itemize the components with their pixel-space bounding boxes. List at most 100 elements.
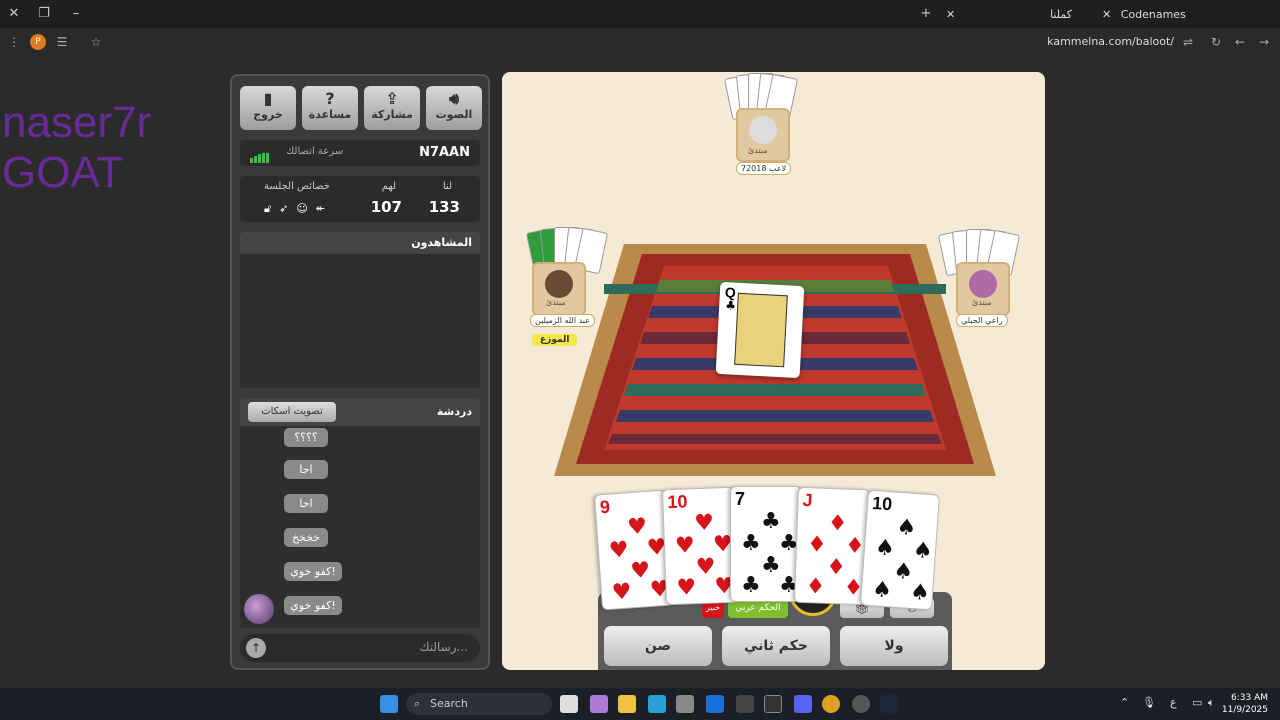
app-icon[interactable] [852,695,870,713]
hand-card[interactable]: 10 ♠ ♠ ♠ ♠ ♠ ♠ [860,489,940,611]
clock-date: 11/9/2025 [1221,705,1268,715]
suit-icon: ♣ [761,509,781,534]
suit-icon: ♣ [741,573,761,598]
exit-button[interactable]: ▮ خروج [240,86,296,130]
edge-icon[interactable] [648,695,666,713]
forward-icon[interactable]: → [1256,34,1272,50]
more-icon[interactable]: ⋮ [6,34,22,50]
chat-panel: دردشة تصويت اسكات ؟؟؟؟ احا احا خخخخ كفو … [240,398,480,628]
chat-message: خخخخ [284,528,328,547]
suit-icon: ♦ [805,574,826,600]
player-name: راعي الجيلي [956,314,1008,327]
tune-icon[interactable]: ☰ [54,34,70,50]
question-icon: ? [325,89,335,108]
close-tab-icon[interactable]: ✕ [946,8,955,21]
session-props-label: خصائص الجلسة [264,181,330,192]
avatar[interactable] [244,594,274,624]
url-text[interactable]: kammelna.com/baloot/ [1047,35,1174,48]
vote-mute-button[interactable]: تصويت اسكات [248,402,336,422]
share-icon: ⇪ [385,89,399,108]
card-rank: J [802,489,813,511]
suit-icon: ♠ [871,577,893,604]
tab-label: كملنا [1050,8,1072,21]
volume-icon[interactable]: 🔈︎ [1208,696,1215,710]
sound-button[interactable]: 🔊︎ الصوت [426,86,482,130]
suit-icon: ♦ [827,510,848,537]
suit-icon: ♥ [674,533,696,559]
app-icon[interactable] [676,695,694,713]
sun-button[interactable]: صن [604,626,712,666]
bookmark-star-icon[interactable]: ☆ [88,34,104,50]
ctrl-app-icon[interactable] [764,695,782,713]
second-hokm-button[interactable]: حكم ثاني [722,626,830,666]
chat-input[interactable]: ↑ رسالتك... [240,634,480,662]
played-card: Q ♣ [715,281,805,379]
avatar [956,262,1010,316]
share-label: مشاركة [371,108,413,121]
suit-icon: ♥ [676,575,697,601]
suit-icon: ♠ [909,579,931,607]
back-icon[interactable]: ← [1232,34,1248,50]
them-score: 107 [370,198,402,216]
suit-icon: ♠ [874,535,896,562]
profile-icon[interactable]: P [30,34,46,50]
suit-icon: ♥ [629,557,652,585]
hand-card[interactable]: 10 ♥ ♥ ♥ ♥ ♥ ♥ [661,486,739,606]
site-settings-icon[interactable]: ⇌ [1180,34,1196,50]
system-clock[interactable]: 6:33 AM 11/9/2025 [1222,692,1268,716]
score-box: لنا لهم خصائص الجلسة 133 107 🔓︎➶☺↞ [240,176,480,222]
suit-icon: ♣ [761,553,781,578]
close-window-icon[interactable]: ✕ [6,6,22,22]
card-rank: 7 [735,489,746,509]
sound-label: الصوت [435,108,473,121]
close-tab-icon[interactable]: ✕ [1102,8,1111,21]
chat-message: كفو خوي! [284,562,342,581]
browser-tab-bar: ✕ ❐ – + ✕ كملنا ✕ Codenames Online [0,0,1280,43]
overlay-caption: GOAT [2,148,124,197]
taskbar-search[interactable]: ⌕ Search [406,693,552,715]
copilot-icon[interactable] [590,695,608,713]
minimize-window-icon[interactable]: – [68,6,84,22]
microphone-icon[interactable]: 🎙︎ [1142,696,1156,709]
discord-icon[interactable] [794,695,812,713]
us-label: لنا [442,181,452,192]
watchers-panel: المشاهدون [240,232,480,388]
outlook-icon[interactable] [706,695,724,713]
new-tab-icon[interactable]: + [918,6,934,22]
windows-start-icon[interactable] [380,695,398,713]
session-props-icons: 🔓︎➶☺↞ [264,202,334,215]
task-view-icon[interactable] [560,695,578,713]
send-arrow-icon[interactable]: ↑ [246,638,266,658]
page: naser7r GOAT ▮ خروج ? مساعدة ⇪ مشاركة 🔊︎… [0,56,1280,688]
suit-icon: ♥ [626,514,649,541]
overlay-username: naser7r [2,98,152,147]
pass-button[interactable]: ولا [840,626,948,666]
suit-icon: ♥ [695,554,716,581]
player-name: N7AAN [419,145,470,160]
chat-input-placeholder: رسالتك... [419,640,468,654]
player-rank: مبتدئ [972,298,992,307]
help-button[interactable]: ? مساعدة [302,86,358,130]
chrome-icon[interactable] [822,695,840,713]
file-explorer-icon[interactable] [618,695,636,713]
hand-card[interactable]: J ♦ ♦ ♦ ♦ ♦ ♦ [793,486,871,606]
card-rank: 9 [599,496,611,518]
network-icon[interactable]: ▭ [1192,696,1202,709]
clock-time: 6:33 AM [1231,693,1268,703]
steam-icon[interactable] [880,695,898,713]
tab-kammelna[interactable]: ✕ كملنا [944,4,1094,26]
share-button[interactable]: ⇪ مشاركة [364,86,420,130]
tab-codenames[interactable]: ✕ Codenames Online [1102,4,1222,43]
side-panel: ▮ خروج ? مساعدة ⇪ مشاركة 🔊︎ الصوت سرعة ا… [230,74,490,670]
restore-window-icon[interactable]: ❐ [36,6,52,22]
app-icon[interactable] [736,695,754,713]
us-score: 133 [428,198,460,216]
search-icon: ⌕ [414,697,421,710]
suit-icon: ♣ [741,531,761,556]
hand-card[interactable]: 7 ♣ ♣ ♣ ♣ ♣ ♣ [730,486,802,602]
reload-icon[interactable]: ↻ [1208,34,1224,50]
chevron-up-icon[interactable]: ⌃ [1120,696,1129,709]
help-label: مساعدة [308,108,352,121]
game-area: مبتدئ لاعب 72018 مبتدئ عبد الله الزميلين… [502,72,1045,670]
language-indicator[interactable]: ع [1170,696,1177,709]
